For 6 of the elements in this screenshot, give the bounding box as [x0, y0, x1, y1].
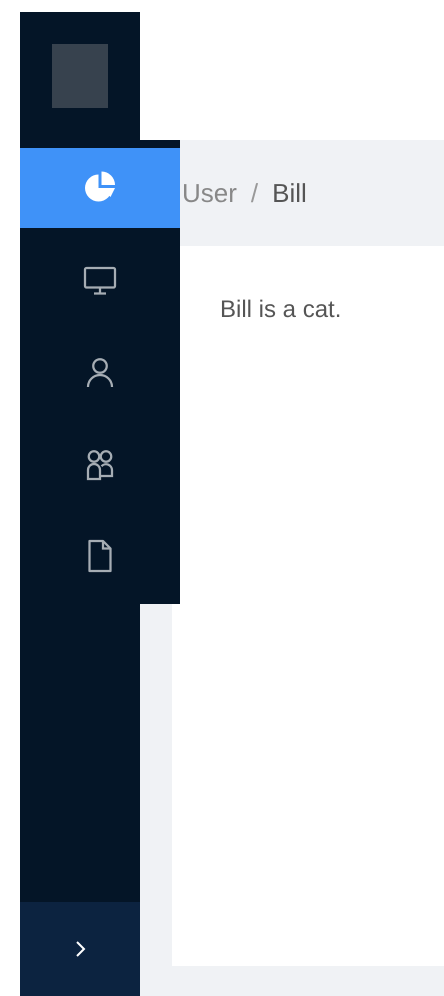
content-text: Bill is a cat. [220, 296, 342, 324]
breadcrumb-separator: / [250, 178, 258, 208]
breadcrumb-current: Bill [272, 178, 307, 208]
breadcrumb-link[interactable]: User [182, 178, 237, 208]
logo [52, 44, 108, 108]
collapse-trigger[interactable] [20, 902, 140, 996]
